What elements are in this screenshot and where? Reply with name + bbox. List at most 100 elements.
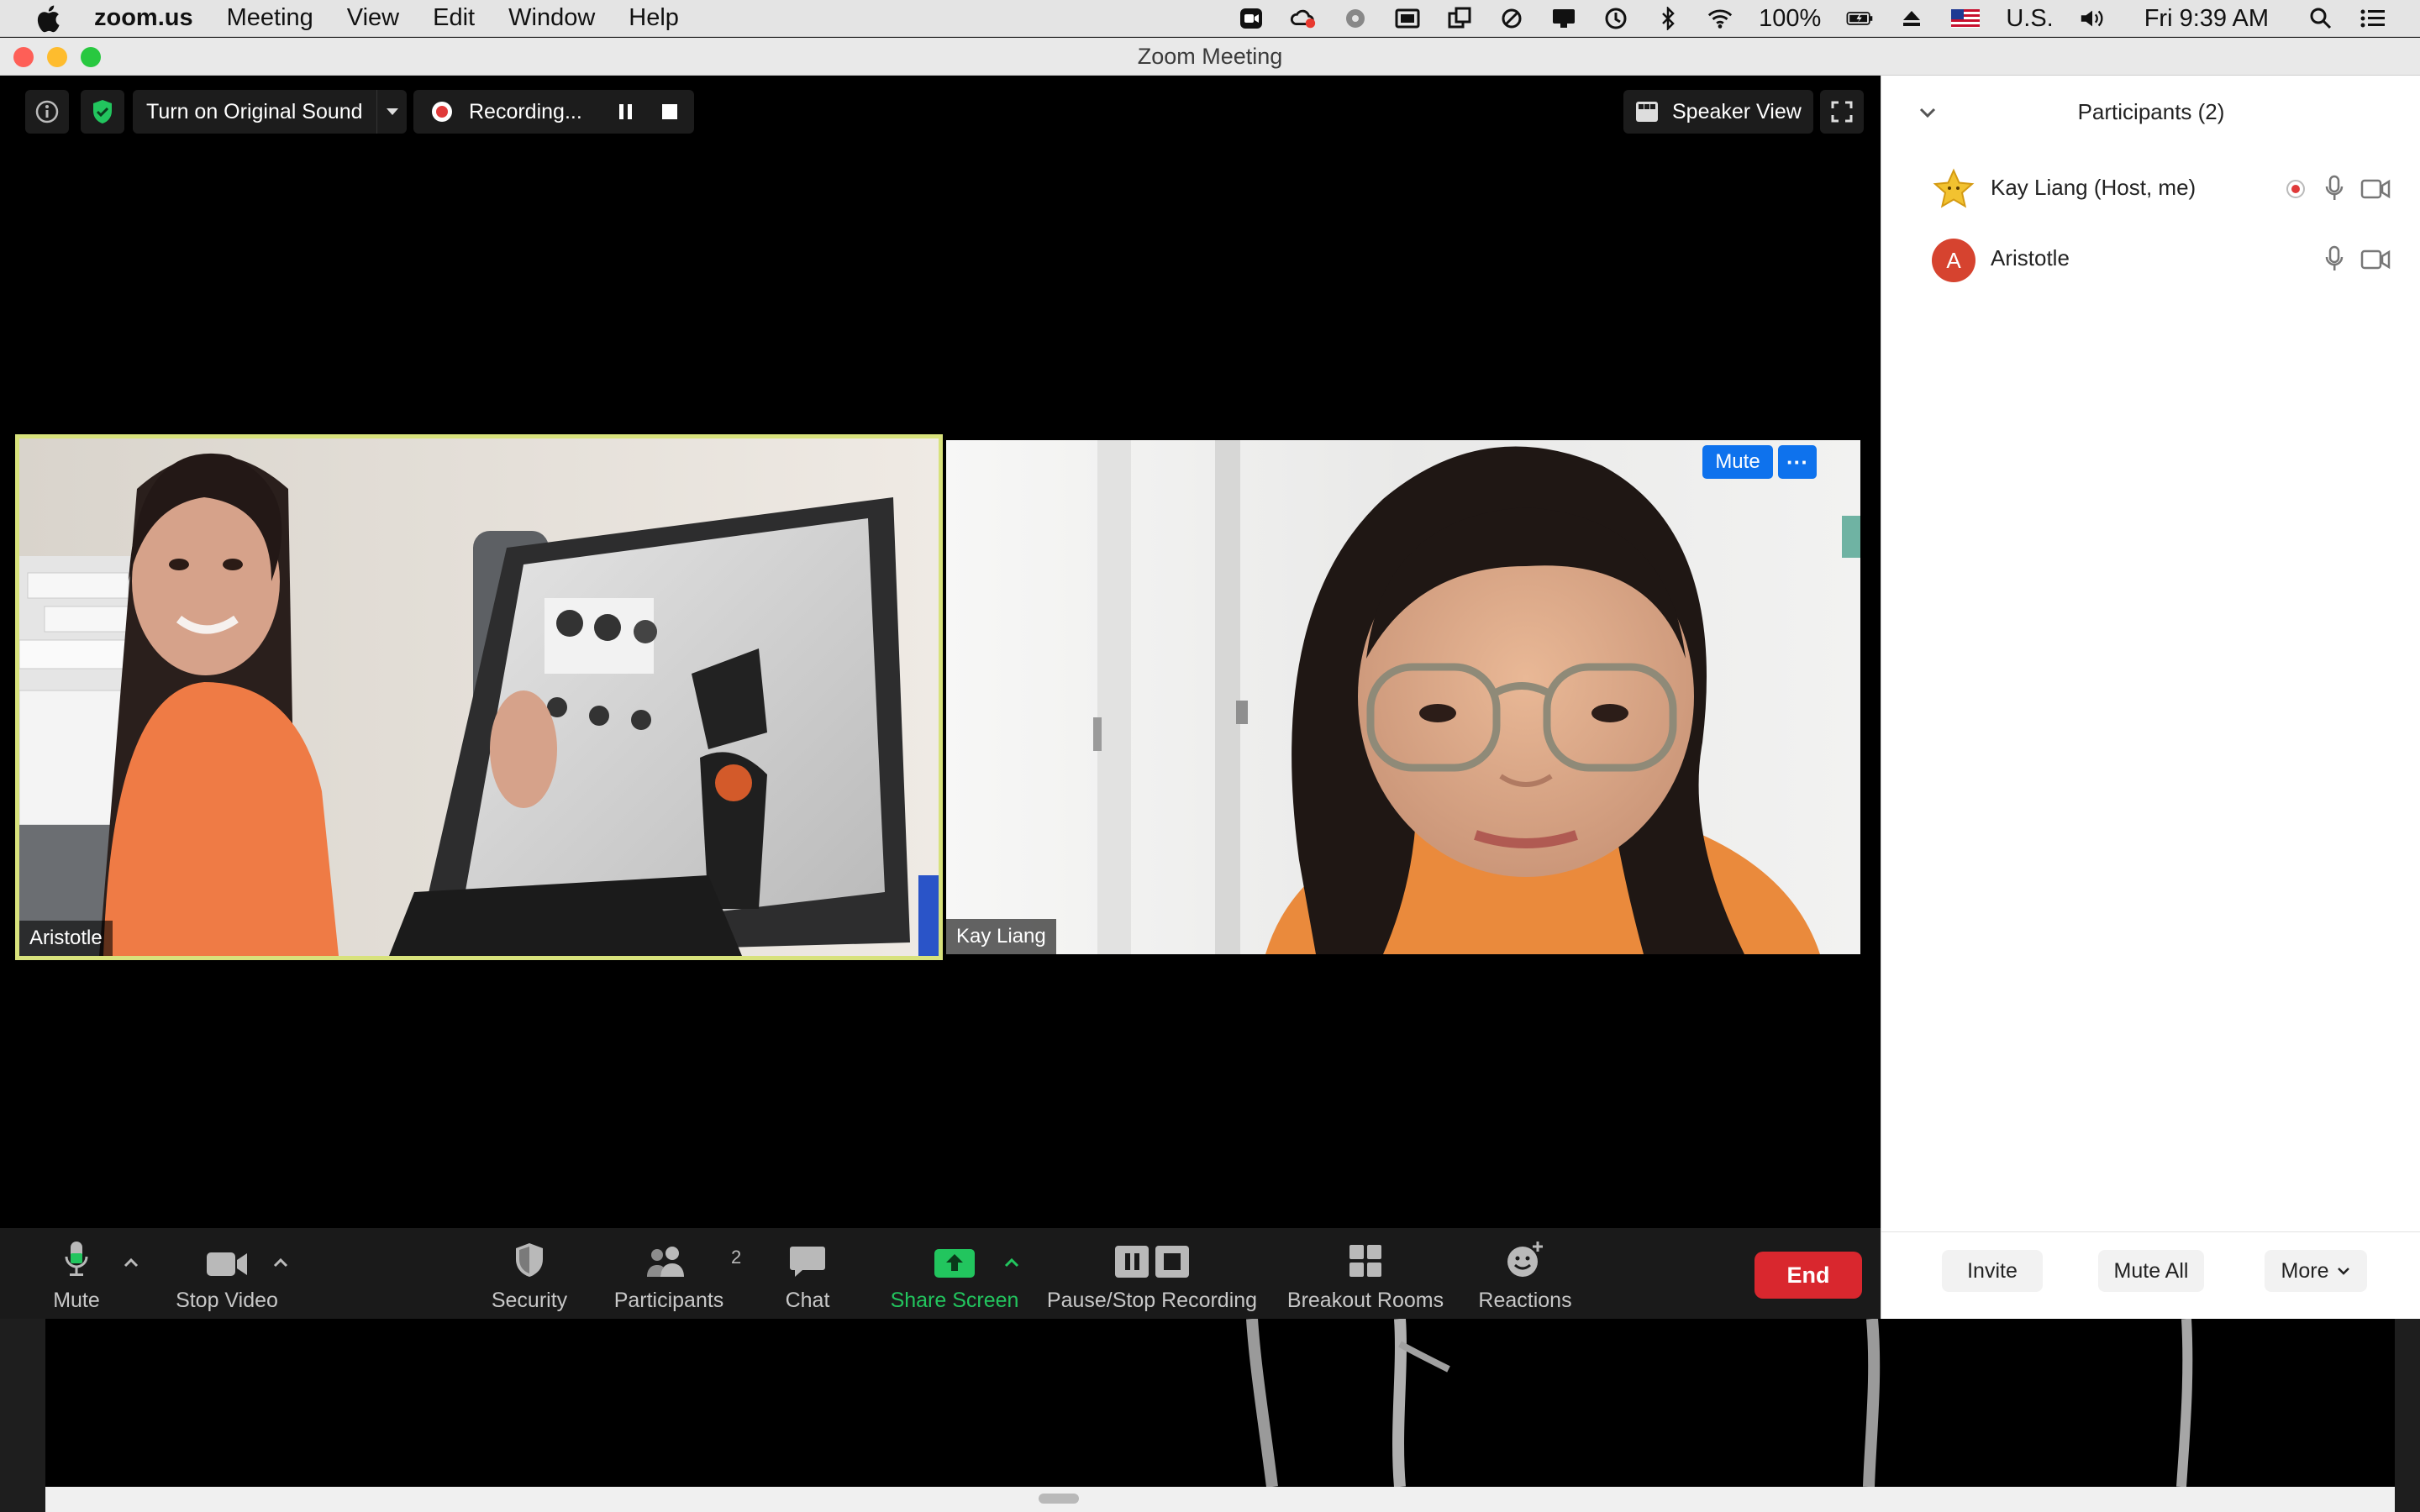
- aristotle-video-feed: [19, 438, 939, 956]
- encryption-button[interactable]: [81, 90, 124, 134]
- chat-button[interactable]: Chat: [773, 1228, 842, 1319]
- mute-all-button[interactable]: Mute All: [2098, 1250, 2204, 1292]
- menubar-clock[interactable]: Fri 9:39 AM: [2144, 5, 2269, 33]
- participant-video-icon[interactable]: [2360, 178, 2391, 200]
- meeting-info-button[interactable]: [25, 90, 69, 134]
- menu-help[interactable]: Help: [629, 4, 679, 32]
- stop-video-button[interactable]: Stop Video: [168, 1228, 286, 1319]
- participant-avatar: A: [1932, 239, 1975, 282]
- speaker-view-label: Speaker View: [1672, 99, 1802, 123]
- background-window-scrollbar-track: [45, 1487, 2395, 1512]
- display-icon[interactable]: [1394, 6, 1421, 31]
- video-name-label: Kay Liang: [946, 919, 1056, 954]
- participant-mic-icon[interactable]: [2325, 175, 2344, 203]
- breakout-rooms-button[interactable]: Breakout Rooms: [1286, 1228, 1445, 1319]
- original-sound-dropdown[interactable]: [376, 90, 407, 134]
- menu-window[interactable]: Window: [508, 4, 595, 32]
- recording-controls-label: Pause/Stop Recording: [1046, 1289, 1258, 1312]
- color-wheel-icon[interactable]: [1342, 6, 1369, 31]
- security-label: Security: [491, 1289, 568, 1312]
- apple-menu-icon[interactable]: [35, 4, 60, 33]
- more-options-button[interactable]: More: [2265, 1250, 2367, 1292]
- screen-share-icon[interactable]: [1446, 6, 1473, 31]
- share-screen-icon: [934, 1249, 975, 1278]
- participant-row[interactable]: A Aristotle: [1881, 225, 2420, 296]
- original-sound-button[interactable]: Turn on Original Sound: [133, 90, 407, 134]
- speaker-view-button[interactable]: Speaker View: [1623, 90, 1813, 134]
- menu-bar: zoom.us Meeting View Edit Window Help 10…: [0, 0, 2420, 37]
- video-more-options-button[interactable]: ···: [1778, 445, 1817, 479]
- audio-options-caret-icon[interactable]: [121, 1253, 141, 1273]
- participant-video-icon[interactable]: [2360, 249, 2391, 270]
- zoom-status-icon[interactable]: [1238, 6, 1265, 31]
- grid-view-icon: [1636, 102, 1658, 122]
- invite-button[interactable]: Invite: [1942, 1250, 2043, 1292]
- participants-count: 2: [731, 1247, 742, 1268]
- video-tile-aristotle[interactable]: Aristotle: [15, 434, 943, 960]
- pause-stop-recording-button[interactable]: Pause/Stop Recording: [1045, 1228, 1259, 1319]
- recording-indicator[interactable]: Recording...: [413, 90, 694, 134]
- wifi-icon[interactable]: [1707, 6, 1733, 31]
- reactions-button[interactable]: Reactions: [1476, 1228, 1575, 1319]
- pause-recording-icon[interactable]: [617, 102, 635, 121]
- participants-panel: Participants (2) Kay Liang (Host, me) A …: [1881, 76, 2420, 1319]
- star-avatar-icon: [1933, 168, 1975, 208]
- video-tile-kay-liang[interactable]: Mute ··· Kay Liang: [946, 440, 1860, 954]
- eject-icon[interactable]: [1898, 6, 1925, 31]
- participant-mic-icon[interactable]: [2325, 245, 2344, 274]
- share-options-caret-icon[interactable]: [1002, 1253, 1022, 1273]
- recording-status-label: Recording...: [469, 99, 582, 123]
- mute-label: Mute: [53, 1289, 100, 1312]
- do-not-disturb-icon[interactable]: [1498, 6, 1525, 31]
- participants-button[interactable]: 2 Participants: [610, 1228, 741, 1319]
- participants-label: Participants: [613, 1289, 724, 1312]
- notification-center-icon[interactable]: [2360, 6, 2386, 31]
- chevron-down-icon: [2338, 1268, 2350, 1275]
- input-source-label[interactable]: U.S.: [2006, 5, 2053, 33]
- mute-button[interactable]: Mute: [44, 1228, 109, 1319]
- cloud-sync-icon[interactable]: [1290, 6, 1317, 31]
- volume-icon[interactable]: [2079, 6, 2106, 31]
- remote-desktop-icon[interactable]: [1550, 6, 1577, 31]
- fullscreen-button[interactable]: [1820, 90, 1864, 134]
- breakout-rooms-label: Breakout Rooms: [1286, 1289, 1444, 1312]
- participants-panel-header: Participants (2): [1881, 76, 2420, 151]
- bluetooth-icon[interactable]: [1655, 6, 1681, 31]
- reactions-label: Reactions: [1478, 1289, 1572, 1312]
- participant-name: Kay Liang (Host, me): [1991, 175, 2196, 200]
- menu-app-name[interactable]: zoom.us: [94, 4, 193, 32]
- menu-view[interactable]: View: [347, 4, 399, 32]
- flag-us-icon[interactable]: [1950, 6, 1981, 31]
- close-window-button[interactable]: [13, 47, 34, 67]
- zoom-window-button[interactable]: [81, 47, 101, 67]
- participants-panel-title: Participants (2): [2077, 99, 2225, 124]
- security-button[interactable]: Security: [486, 1228, 573, 1319]
- record-dot-icon: [432, 102, 452, 122]
- window-titlebar[interactable]: Zoom Meeting: [0, 38, 2420, 76]
- menu-meeting[interactable]: Meeting: [227, 4, 313, 32]
- meeting-stage: Turn on Original Sound Recording... Spea…: [0, 76, 1881, 1228]
- background-window-scrollbar[interactable]: [1039, 1494, 1079, 1504]
- shield-check-icon: [93, 100, 112, 123]
- video-camera-icon: [207, 1252, 247, 1276]
- background-content: [1246, 1318, 2193, 1488]
- participants-icon: [647, 1247, 684, 1277]
- minimize-window-button[interactable]: [47, 47, 67, 67]
- mute-participant-button[interactable]: Mute: [1702, 445, 1773, 479]
- participant-row[interactable]: Kay Liang (Host, me): [1881, 155, 2420, 225]
- time-machine-icon[interactable]: [1602, 6, 1629, 31]
- share-screen-label: Share Screen: [890, 1289, 1019, 1312]
- menu-edit[interactable]: Edit: [433, 4, 475, 32]
- panel-footer-divider: [1881, 1231, 2420, 1232]
- spotlight-search-icon[interactable]: [2307, 6, 2334, 31]
- kay-liang-video-feed: [946, 440, 1860, 954]
- video-options-caret-icon[interactable]: [271, 1253, 291, 1273]
- share-screen-button[interactable]: Share Screen: [887, 1228, 1022, 1319]
- stop-recording-icon[interactable]: [660, 102, 679, 121]
- end-meeting-button[interactable]: End: [1754, 1252, 1862, 1299]
- participant-name: Aristotle: [1991, 245, 2070, 270]
- original-sound-label: Turn on Original Sound: [146, 99, 363, 123]
- battery-icon[interactable]: [1846, 6, 1873, 31]
- fullscreen-icon: [1831, 101, 1853, 123]
- caret-down-icon: [386, 108, 398, 115]
